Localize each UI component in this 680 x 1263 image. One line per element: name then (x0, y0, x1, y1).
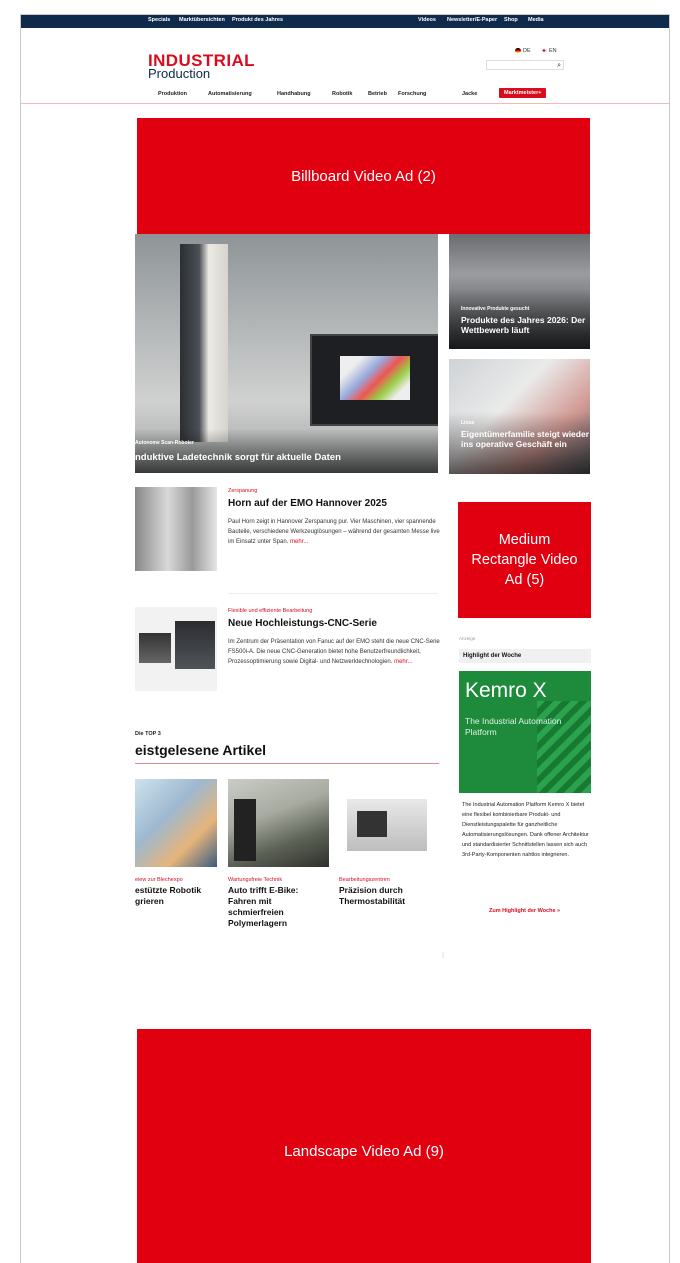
hero-main-title[interactable]: nduktive Ladetechnik sorgt für aktuelle … (135, 452, 435, 463)
article2-title[interactable]: Neue Hochleistungs-CNC-Serie (228, 618, 443, 630)
topbar-link-media[interactable]: Media (528, 17, 544, 23)
sidebar-highlight-link[interactable]: Zum Highlight der Woche » (489, 908, 560, 914)
top3-item1-title[interactable]: estützte Robotik grieren (135, 885, 225, 907)
page-frame: Specials Marktübersichten Produkt des Ja… (20, 14, 670, 1263)
lang-de-label: DE (523, 48, 531, 54)
article2-kicker: Flexible und effiziente Bearbeitung (228, 608, 313, 614)
scroll-marker (442, 952, 444, 958)
article1-text: Paul Horn zeigt in Hannover Zerspanung p… (228, 517, 446, 547)
article1-more-link[interactable]: mehr... (290, 539, 308, 545)
hero-side1-kicker: Innovative Produkte gesucht (461, 306, 530, 312)
medium-rectangle-video-ad[interactable]: Medium Rectangle Video Ad (5) (458, 502, 591, 618)
flag-en-icon (541, 48, 547, 53)
nav-marktmeister[interactable]: Marktmeister+ (499, 88, 547, 98)
article2-text: Im Zentrum der Präsentation von Fanuc au… (228, 637, 446, 667)
nav-produktion[interactable]: Produktion (158, 91, 187, 97)
hero-side2-kicker: Linus (461, 420, 475, 426)
search-input[interactable]: ⌕ (486, 60, 564, 70)
machine-window-shape (357, 811, 387, 837)
nav-robotik[interactable]: Robotik (332, 91, 352, 97)
topbar-link-shop[interactable]: Shop (504, 17, 518, 23)
topbar-link-marktuebersichten[interactable]: Marktübersichten (179, 17, 225, 23)
top3-item1-image[interactable] (135, 779, 217, 867)
cnc-screen-shape-2 (175, 621, 215, 669)
hero-side1-title[interactable]: Produkte des Jahres 2026: Der Wettbewerb… (461, 315, 589, 335)
billboard-video-ad[interactable]: Billboard Video Ad (2) (137, 118, 590, 234)
nav-jacke[interactable]: Jacke (462, 91, 477, 97)
lang-en-label: EN (549, 48, 557, 54)
nav-divider (21, 103, 669, 104)
top-bar: Specials Marktübersichten Produkt des Ja… (21, 15, 669, 28)
top3-underline (135, 763, 439, 764)
charging-station-shape (234, 799, 256, 861)
nav-betrieb[interactable]: Betrieb (368, 91, 387, 97)
article1-title[interactable]: Horn auf der EMO Hannover 2025 (228, 498, 443, 510)
search-icon[interactable]: ⌕ (557, 61, 561, 70)
topbar-link-newsletter[interactable]: Newsletter/E-Paper (447, 17, 497, 23)
sidebar-highlight-head: Highlight der Woche (459, 649, 591, 663)
hero-side-teaser-2[interactable]: Linus Eigentümerfamilie steigt wieder in… (449, 359, 590, 474)
sidebar-highlight-text: The Industrial Automation Platform Kemro… (462, 802, 589, 858)
lang-de[interactable]: DE (515, 48, 531, 54)
top3-item3-kicker: Bearbeitungszentren (339, 877, 390, 883)
article1-image[interactable] (135, 487, 217, 571)
hero-main-kicker: Autonome Scan-Roboter (135, 440, 194, 446)
kemro-ad-title: Kemro X (465, 679, 547, 702)
article1-text-body: Paul Horn zeigt in Hannover Zerspanung p… (228, 519, 440, 545)
nav-automatisierung[interactable]: Automatisierung (208, 91, 252, 97)
logo-production[interactable]: Production (148, 67, 210, 80)
article2-image[interactable] (135, 607, 217, 691)
nav-handhabung[interactable]: Handhabung (277, 91, 311, 97)
article2-more-link[interactable]: mehr... (394, 659, 412, 665)
hero-main-teaser[interactable]: Autonome Scan-Roboter nduktive Ladetechn… (135, 234, 438, 473)
monitor-shape (310, 334, 438, 426)
top3-label: Die TOP 3 (135, 731, 161, 737)
article-separator (228, 593, 438, 594)
article1-kicker: Zerspanung (228, 488, 258, 494)
lang-en[interactable]: EN (541, 48, 557, 54)
hero-main-gradient (135, 429, 438, 473)
top3-item3-image[interactable] (339, 779, 439, 867)
top3-item3-title[interactable]: Präzision durch Thermostabilität (339, 885, 439, 907)
topbar-link-produkt-des-jahres[interactable]: Produkt des Jahres (232, 17, 283, 23)
kemro-ad-subtitle: The Industrial Automation Platform (465, 716, 562, 737)
machining-center-shape (347, 799, 427, 851)
topbar-link-specials[interactable]: Specials (148, 17, 170, 23)
hero-side2-title[interactable]: Eigentümerfamilie steigt wieder ins oper… (461, 429, 589, 449)
top3-title: eistgelesene Artikel (135, 742, 266, 758)
scanner-robot-shape (180, 244, 228, 442)
kemro-pattern-shape (537, 701, 591, 793)
cnc-screen-shape-1 (139, 633, 171, 663)
top3-item2-title[interactable]: Auto trifft E-Bike: Fahren mit schmierfr… (228, 885, 328, 929)
top3-item2-kicker: Wartungsfreie Technik (228, 877, 283, 883)
top3-item2-image[interactable] (228, 779, 329, 867)
nav-forschung[interactable]: Forschung (398, 91, 426, 97)
landscape-video-ad[interactable]: Landscape Video Ad (9) (137, 1029, 591, 1263)
hero-side-teaser-1[interactable]: Innovative Produkte gesucht Produkte des… (449, 234, 590, 349)
top3-item1-kicker: eiew zur Blechexpo (135, 877, 183, 883)
topbar-link-videos[interactable]: Videos (418, 17, 436, 23)
monitor-screen-shape (340, 356, 410, 400)
flag-de-icon (515, 48, 521, 53)
kemro-ad-banner[interactable]: Kemro X The Industrial Automation Platfo… (459, 671, 591, 793)
sidebar-ad-label: Anzeige (459, 636, 476, 641)
